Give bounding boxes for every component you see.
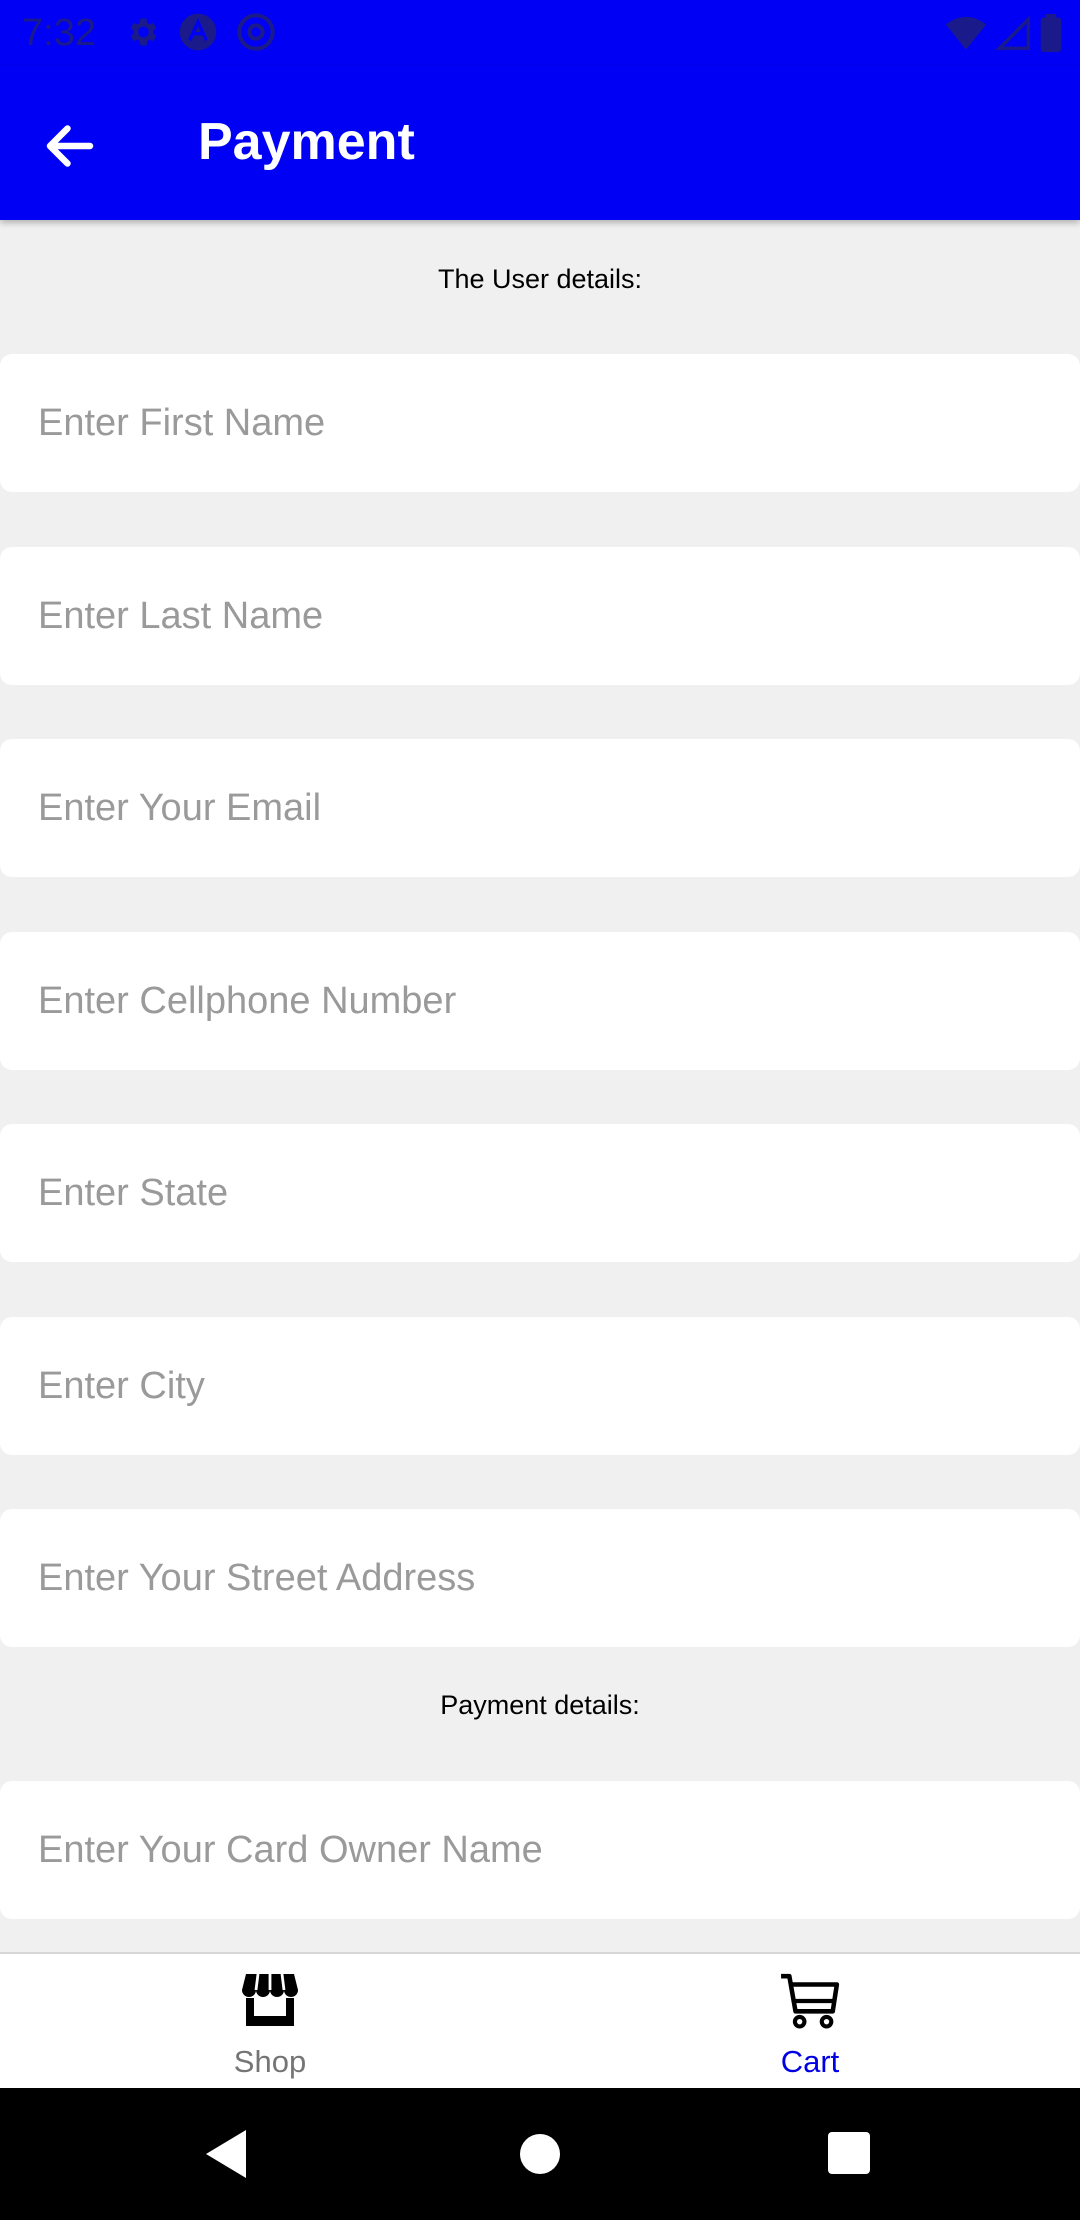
settings-gear-icon xyxy=(130,18,157,46)
at-sign-icon xyxy=(237,13,275,51)
city-field[interactable] xyxy=(0,1317,1080,1455)
system-navigation-bar xyxy=(0,2088,1080,2220)
back-button[interactable] xyxy=(40,116,100,176)
system-back-button[interactable] xyxy=(202,2128,250,2185)
first-name-field[interactable] xyxy=(0,354,1080,492)
status-notification-icons xyxy=(124,12,276,52)
payment-screen: 7:32 Payment The User details: Enter Fir… xyxy=(0,0,1080,2220)
page-title: Payment xyxy=(198,113,415,171)
system-recents-button[interactable] xyxy=(826,2128,872,2185)
nav-label-cart: Cart xyxy=(780,2044,840,2079)
nav-label-shop: Shop xyxy=(233,2044,307,2079)
cellphone-field[interactable] xyxy=(0,932,1080,1070)
cart-icon xyxy=(781,1973,840,2029)
cell-signal-icon xyxy=(996,15,1030,50)
circle-home-icon xyxy=(520,2134,560,2174)
last-name-field[interactable] xyxy=(0,547,1080,685)
bottom-navigation: Shop Cart xyxy=(0,1952,1080,2088)
street-address-field[interactable] xyxy=(0,1509,1080,1647)
arrow-left-icon xyxy=(46,125,94,167)
triangle-back-icon xyxy=(206,2130,246,2178)
status-system-icons xyxy=(946,14,1062,52)
card-owner-name-field[interactable] xyxy=(0,1781,1080,1919)
status-time: 7:32 xyxy=(22,12,96,54)
email-field[interactable] xyxy=(0,739,1080,877)
app-notification-icon xyxy=(179,13,217,51)
wifi-icon xyxy=(946,17,986,50)
state-field[interactable] xyxy=(0,1124,1080,1262)
app-bar: Payment xyxy=(0,66,1080,220)
square-recents-icon xyxy=(828,2132,870,2174)
system-home-button[interactable] xyxy=(518,2128,562,2185)
user-details-heading: The User details: xyxy=(437,264,643,294)
store-icon xyxy=(242,1973,298,2026)
status-bar: 7:32 xyxy=(0,0,1080,66)
battery-icon xyxy=(1040,14,1062,52)
nav-item-shop[interactable]: Shop xyxy=(0,1954,540,2088)
payment-form: The User details: Payment details: xyxy=(0,220,1080,1952)
nav-item-cart[interactable]: Cart xyxy=(540,1954,1080,2088)
payment-details-heading: Payment details: xyxy=(440,1690,640,1720)
